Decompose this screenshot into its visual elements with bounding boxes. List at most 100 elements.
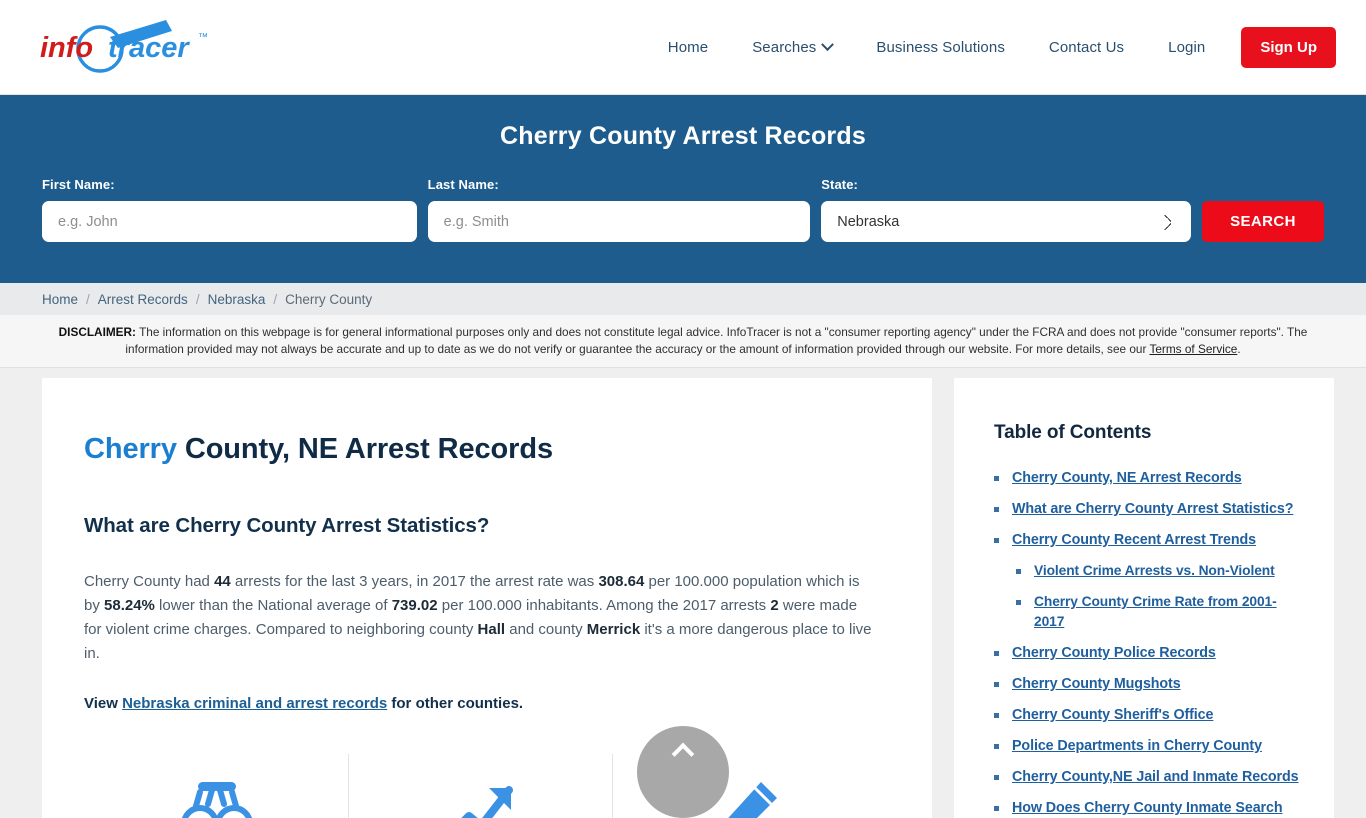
stat-percent-lower: 58.24%: [104, 597, 155, 614]
breadcrumb-item-home[interactable]: Home: [42, 292, 78, 307]
view-other-counties-line: View Nebraska criminal and arrest record…: [84, 692, 877, 716]
bullet-icon: [994, 775, 999, 780]
bullet-icon: [994, 476, 999, 481]
handcuffs-icon: [181, 782, 252, 818]
search-button[interactable]: SEARCH: [1202, 201, 1324, 242]
disclaimer-label: DISCLAIMER:: [58, 325, 136, 339]
breadcrumb-separator: /: [86, 291, 90, 307]
logo-icon: info tracer ™: [40, 20, 208, 73]
stat-arrests-count: 44: [214, 573, 231, 590]
svg-text:™: ™: [198, 32, 208, 43]
first-name-group: First Name:: [42, 177, 417, 242]
svg-text:info: info: [40, 32, 93, 64]
nav-item-business-solutions-label: Business Solutions: [876, 38, 1005, 56]
last-name-label: Last Name:: [427, 177, 499, 192]
state-label: State:: [821, 177, 858, 192]
toc-link-inmate-search-work[interactable]: How Does Cherry County Inmate Search Wor…: [1012, 798, 1304, 818]
chevron-down-icon: [821, 37, 835, 51]
section-heading-statistics: What are Cherry County Arrest Statistics…: [84, 514, 490, 537]
disclaimer-text-end: .: [1237, 341, 1241, 356]
feature-icon-strip: [84, 754, 877, 818]
bullet-icon: [994, 744, 999, 749]
para-text: arrests for the last 3 years, in 2017 th…: [230, 573, 599, 590]
toc-item[interactable]: Cherry County Mugshots: [994, 674, 1304, 694]
nav-item-home-label: Home: [667, 38, 709, 56]
toc-item[interactable]: Cherry County,NE Jail and Inmate Records: [994, 767, 1304, 787]
toc-link-arrest-statistics[interactable]: What are Cherry County Arrest Statistics…: [1012, 499, 1293, 519]
toc-link-mugshots[interactable]: Cherry County Mugshots: [1012, 674, 1181, 694]
search-form: First Name: Last Name: State: Nebraska S…: [42, 177, 1324, 242]
main-navigation: Home Searches Business Solutions Contact…: [646, 26, 1336, 68]
para-text: Cherry County had: [84, 573, 215, 590]
first-name-input[interactable]: [42, 201, 417, 242]
bullet-icon: [994, 713, 999, 718]
disclaimer-text: The information on this webpage is for g…: [125, 325, 1308, 356]
scroll-to-top-button[interactable]: [637, 726, 729, 818]
bullet-icon: [994, 651, 999, 656]
toc-item[interactable]: Violent Crime Arrests vs. Non-Violent: [994, 561, 1304, 581]
toc-item[interactable]: What are Cherry County Arrest Statistics…: [994, 499, 1304, 519]
terms-of-service-link[interactable]: Terms of Service: [1149, 342, 1237, 356]
bullet-icon: [1016, 600, 1021, 605]
main-content-card: Cherry County, NE Arrest Records What ar…: [42, 378, 932, 818]
nav-item-business-solutions[interactable]: Business Solutions: [854, 29, 1027, 66]
state-group: State: Nebraska: [821, 177, 1191, 242]
search-banner: Cherry County Arrest Records First Name:…: [0, 95, 1366, 283]
bullet-icon: [994, 682, 999, 687]
toc-item[interactable]: Cherry County Sheriff's Office: [994, 705, 1304, 725]
toc-title: Table of Contents: [994, 422, 1152, 443]
nebraska-records-link[interactable]: Nebraska criminal and arrest records: [122, 695, 387, 712]
toc-item[interactable]: How Does Cherry County Inmate Search Wor…: [994, 798, 1304, 818]
toc-item[interactable]: Cherry County Police Records: [994, 643, 1304, 663]
site-header: info tracer ™ Home Searches Business Sol…: [0, 0, 1366, 95]
toc-link-crime-rate-2001-2017[interactable]: Cherry County Crime Rate from 2001-2017: [1034, 592, 1304, 632]
nav-item-login-label: Login: [1168, 38, 1206, 56]
toc-link-arrest-records[interactable]: Cherry County, NE Arrest Records: [1012, 468, 1242, 488]
toc-link-recent-arrest-trends[interactable]: Cherry County Recent Arrest Trends: [1012, 530, 1256, 550]
breadcrumb-separator: /: [195, 291, 200, 307]
last-name-input[interactable]: [427, 201, 811, 242]
toc-link-sheriffs-office[interactable]: Cherry County Sheriff's Office: [1012, 705, 1213, 725]
nav-item-contact-us[interactable]: Contact Us: [1027, 29, 1146, 66]
svg-text:tracer: tracer: [108, 32, 190, 64]
disclaimer-banner: DISCLAIMER: The information on this webp…: [0, 315, 1366, 368]
bullet-icon: [994, 806, 999, 811]
para-text: lower than the National average of: [154, 597, 392, 614]
breadcrumb-separator: /: [273, 291, 278, 307]
nav-item-home[interactable]: Home: [646, 29, 730, 66]
nav-item-searches[interactable]: Searches: [730, 29, 854, 66]
toc-list: Cherry County, NE Arrest Records What ar…: [994, 468, 1304, 818]
toc-item[interactable]: Cherry County Crime Rate from 2001-2017: [994, 592, 1304, 632]
toc-link-police-records[interactable]: Cherry County Police Records: [1012, 643, 1216, 663]
stat-violent-arrests: 2: [770, 597, 779, 614]
statistics-paragraph: Cherry County had 44 arrests for the las…: [84, 570, 874, 666]
breadcrumb-item-nebraska[interactable]: Nebraska: [208, 292, 266, 307]
table-of-contents: Table of Contents Cherry County, NE Arre…: [954, 378, 1334, 818]
toc-link-police-departments[interactable]: Police Departments in Cherry County: [1012, 736, 1262, 756]
breadcrumb-item-arrest-records[interactable]: Arrest Records: [98, 292, 188, 307]
page-title-rest: County, NE Arrest Records: [176, 433, 553, 465]
infotracer-logo[interactable]: info tracer ™: [38, 17, 228, 77]
first-name-label: First Name:: [42, 177, 115, 192]
nav-item-login[interactable]: Login: [1146, 29, 1227, 66]
sign-up-button[interactable]: Sign Up: [1241, 26, 1336, 68]
para-text: and county: [505, 621, 587, 638]
nav-item-searches-label: Searches: [752, 38, 817, 56]
toc-link-jail-inmate-records[interactable]: Cherry County,NE Jail and Inmate Records: [1012, 767, 1299, 787]
toc-item[interactable]: Police Departments in Cherry County: [994, 736, 1304, 756]
page-title-accent: Cherry: [84, 433, 177, 465]
state-select[interactable]: Nebraska: [821, 201, 1191, 242]
toc-item[interactable]: Cherry County, NE Arrest Records: [994, 468, 1304, 488]
toc-item[interactable]: Cherry County Recent Arrest Trends: [994, 530, 1304, 550]
chevron-up-icon: [671, 742, 695, 766]
view-suffix: for other counties.: [387, 695, 524, 712]
feature-cell-arrest-trends: [349, 754, 614, 818]
bullet-icon: [1016, 569, 1021, 574]
bullet-icon: [994, 507, 999, 512]
stat-arrest-rate: 308.64: [598, 573, 645, 590]
stat-national-average: 739.02: [391, 597, 438, 614]
toc-link-violent-vs-nonviolent[interactable]: Violent Crime Arrests vs. Non-Violent: [1034, 561, 1275, 581]
neighboring-county-1: Hall: [477, 621, 506, 638]
breadcrumb: Home / Arrest Records / Nebraska / Cherr…: [0, 283, 1366, 315]
breadcrumb-item-cherry-county: Cherry County: [285, 291, 373, 307]
